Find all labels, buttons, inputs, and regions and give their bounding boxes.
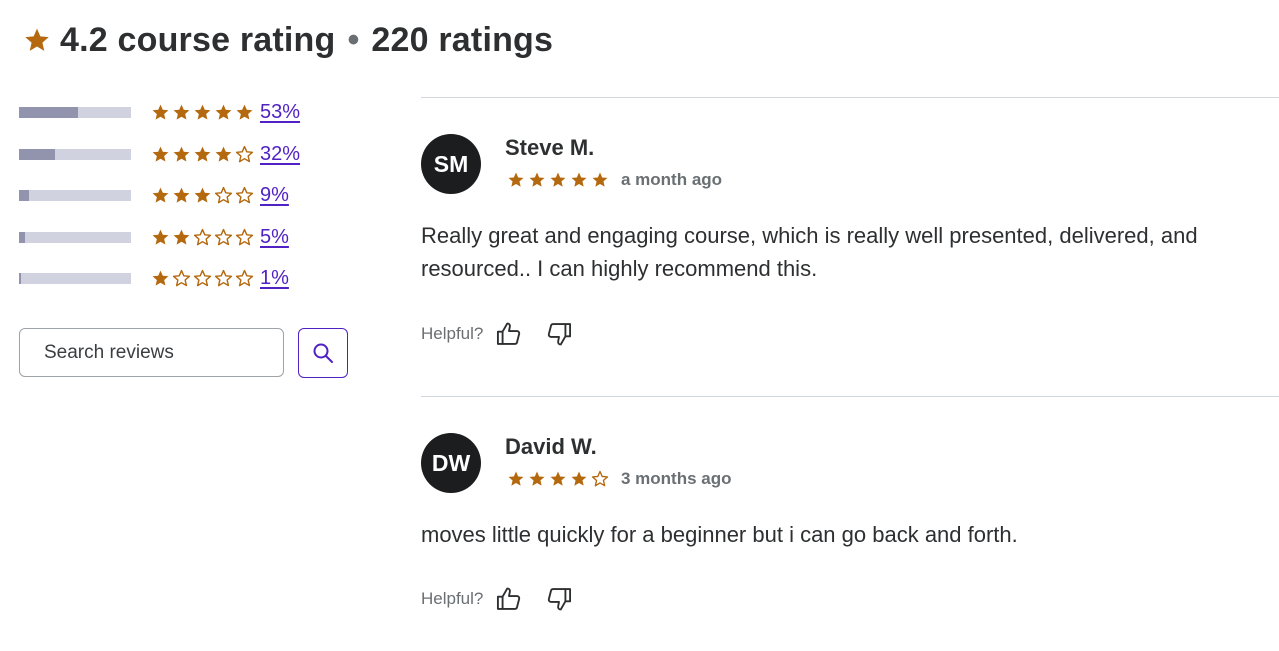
search-reviews-field[interactable] [19, 328, 284, 377]
review-meta: a month ago [507, 170, 722, 190]
star-rating [151, 269, 254, 288]
helpful-label: Helpful? [421, 324, 484, 343]
star-filled-icon [529, 471, 545, 486]
star-empty-icon [214, 270, 233, 287]
star-rating [151, 103, 254, 122]
star-empty-icon [235, 187, 254, 204]
star-filled-icon [173, 229, 190, 245]
review-meta: 3 months ago [507, 469, 732, 489]
star-filled-icon [571, 471, 587, 486]
rating-summary-header: 4.2 course rating • 220 ratings [24, 18, 553, 62]
rating-percent-link[interactable]: 9% [260, 184, 289, 207]
star-empty-icon [193, 270, 212, 287]
star-empty-icon [235, 228, 254, 246]
star-filled-icon [173, 104, 190, 120]
star-empty-icon [235, 145, 254, 163]
rating-bar-fill [19, 273, 21, 285]
star-filled-icon [152, 229, 169, 245]
rating-row-3-stars[interactable]: 9% [19, 175, 300, 217]
rating-bar-fill [19, 148, 55, 160]
star-filled-icon [550, 471, 566, 486]
star-filled-icon [152, 146, 169, 162]
ratings-count-text: 220 ratings [371, 20, 554, 59]
star-icon [25, 28, 49, 51]
thumbs-up-icon[interactable] [495, 585, 523, 613]
rating-row-4-stars[interactable]: 32% [19, 134, 300, 176]
star-filled-icon [592, 172, 608, 187]
star-empty-icon [214, 187, 233, 204]
helpful-label: Helpful? [421, 589, 484, 608]
avatar: SM [421, 134, 481, 194]
separator-dot: • [347, 20, 360, 59]
reviewer-name: David W. [505, 434, 597, 459]
star-rating [151, 145, 254, 164]
star-filled-icon [194, 104, 211, 120]
rating-bar [19, 273, 131, 285]
star-filled-icon [173, 187, 190, 203]
search-button[interactable] [298, 328, 348, 378]
rating-percent-link[interactable]: 53% [260, 101, 300, 124]
rating-bar [19, 231, 131, 243]
star-empty-icon [214, 228, 233, 246]
helpful-section: Helpful? [421, 585, 595, 613]
rating-row-5-stars[interactable]: 53% [19, 92, 300, 134]
rating-bar [19, 107, 131, 119]
star-rating [507, 470, 609, 488]
rating-percent-link[interactable]: 5% [260, 226, 289, 249]
search-icon [313, 343, 333, 363]
star-filled-icon [215, 104, 232, 120]
helpful-section: Helpful? [421, 320, 595, 348]
star-rating [507, 171, 609, 189]
reviewer-name: Steve M. [505, 135, 595, 160]
star-filled-icon [152, 104, 169, 120]
star-filled-icon [173, 146, 190, 162]
star-filled-icon [571, 172, 587, 187]
star-filled-icon [508, 471, 524, 486]
search-input[interactable] [20, 329, 283, 376]
star-empty-icon [172, 270, 191, 287]
star-filled-icon [215, 146, 232, 162]
rating-bar-fill [19, 231, 25, 243]
thumbs-down-icon[interactable] [545, 320, 573, 348]
rating-row-2-stars[interactable]: 5% [19, 217, 300, 259]
review-text: Really great and engaging course, which … [421, 223, 1198, 281]
star-empty-icon [193, 228, 212, 246]
thumbs-down-icon[interactable] [545, 585, 573, 613]
review-card: DW David W. 3 months ago moves little qu… [421, 396, 1279, 651]
star-rating [151, 228, 254, 247]
star-empty-icon [235, 270, 254, 287]
star-empty-icon [591, 470, 609, 487]
rating-bar [19, 148, 131, 160]
star-filled-icon [508, 172, 524, 187]
star-filled-icon [236, 104, 253, 120]
rating-row-1-star[interactable]: 1% [19, 258, 300, 300]
review-card: SM Steve M. a month ago Really great and… [421, 97, 1279, 396]
review-text: moves little quickly for a beginner but … [421, 522, 1018, 547]
rating-percent-link[interactable]: 1% [260, 267, 289, 290]
star-filled-icon [529, 172, 545, 187]
avatar: DW [421, 433, 481, 493]
star-filled-icon [152, 270, 169, 286]
review-time: 3 months ago [621, 469, 732, 488]
rating-bar-fill [19, 107, 79, 119]
star-filled-icon [152, 187, 169, 203]
star-filled-icon [194, 146, 211, 162]
course-rating-text: 4.2 course rating [60, 20, 336, 59]
rating-distribution: 53% 32% 9% 5% 1% [19, 92, 300, 300]
thumbs-up-icon[interactable] [495, 320, 523, 348]
review-time: a month ago [621, 170, 723, 189]
star-rating [151, 186, 254, 205]
star-filled-icon [550, 172, 566, 187]
rating-bar [19, 190, 131, 202]
rating-bar-fill [19, 190, 30, 202]
star-filled-icon [194, 187, 211, 203]
rating-percent-link[interactable]: 32% [260, 143, 300, 166]
